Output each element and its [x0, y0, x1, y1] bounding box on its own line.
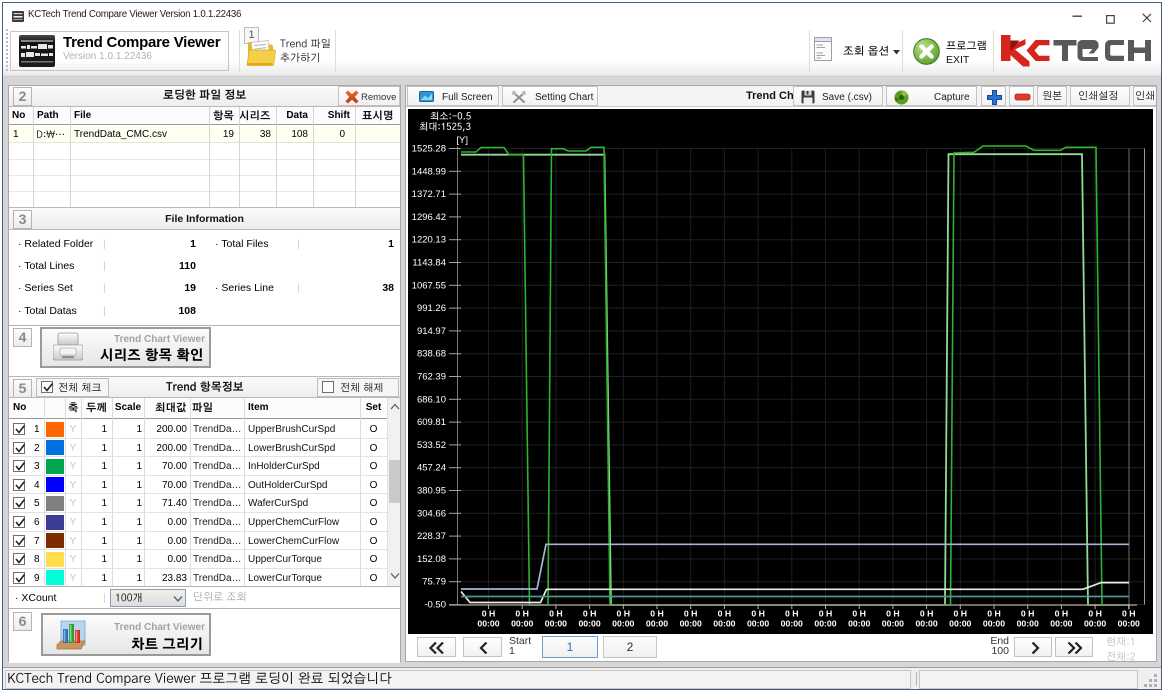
svg-text:00:00: 00:00 — [713, 619, 735, 629]
svg-text:0 H: 0 H — [819, 609, 833, 619]
svg-text:1220.13: 1220.13 — [412, 235, 446, 246]
svg-text:00:00: 00:00 — [646, 619, 668, 629]
svg-text:00:00: 00:00 — [915, 619, 937, 629]
svg-text:1067.55: 1067.55 — [412, 280, 446, 291]
svg-text:1525.28: 1525.28 — [412, 144, 446, 155]
svg-text:0 H: 0 H — [482, 609, 496, 619]
svg-text:0 H: 0 H — [886, 609, 900, 619]
svg-text:0 H: 0 H — [583, 609, 597, 619]
svg-text:00:00: 00:00 — [680, 619, 702, 629]
svg-text:0 H: 0 H — [684, 609, 698, 619]
svg-text:1143.84: 1143.84 — [412, 258, 446, 269]
svg-text:00:00: 00:00 — [1050, 619, 1072, 629]
svg-text:0 H: 0 H — [1021, 609, 1035, 619]
svg-text:75.79: 75.79 — [422, 577, 446, 588]
svg-text:991.26: 991.26 — [417, 303, 446, 314]
svg-text:762.39: 762.39 — [417, 372, 446, 383]
svg-text:0 H: 0 H — [987, 609, 1001, 619]
svg-text:914.97: 914.97 — [417, 326, 446, 337]
svg-text:0 H: 0 H — [617, 609, 631, 619]
svg-text:00:00: 00:00 — [949, 619, 971, 629]
svg-text:686.10: 686.10 — [417, 394, 446, 405]
svg-text:00:00: 00:00 — [747, 619, 769, 629]
svg-text:00:00: 00:00 — [983, 619, 1005, 629]
svg-text:00:00: 00:00 — [814, 619, 836, 629]
svg-text:0 H: 0 H — [852, 609, 866, 619]
svg-text:152.08: 152.08 — [417, 554, 446, 565]
svg-text:00:00: 00:00 — [882, 619, 904, 629]
svg-text:-0.50: -0.50 — [424, 600, 446, 611]
svg-text:00:00: 00:00 — [848, 619, 870, 629]
svg-text:0 H: 0 H — [920, 609, 934, 619]
svg-text:00:00: 00:00 — [781, 619, 803, 629]
svg-text:00:00: 00:00 — [545, 619, 567, 629]
svg-text:00:00: 00:00 — [1084, 619, 1106, 629]
svg-text:609.81: 609.81 — [417, 417, 446, 428]
svg-text:00:00: 00:00 — [1017, 619, 1039, 629]
svg-text:380.95: 380.95 — [417, 486, 446, 497]
svg-text:[Y]: [Y] — [456, 135, 468, 146]
svg-text:00:00: 00:00 — [477, 619, 499, 629]
svg-text:1372.71: 1372.71 — [412, 189, 446, 200]
svg-text:00:00: 00:00 — [612, 619, 634, 629]
svg-text:0 H: 0 H — [751, 609, 765, 619]
svg-text:228.37: 228.37 — [417, 531, 446, 542]
svg-text:0 H: 0 H — [515, 609, 529, 619]
svg-text:1296.42: 1296.42 — [412, 212, 446, 223]
svg-text:0 H: 0 H — [785, 609, 799, 619]
svg-text:838.68: 838.68 — [417, 349, 446, 360]
svg-text:0 H: 0 H — [1088, 609, 1102, 619]
svg-text:533.52: 533.52 — [417, 440, 446, 451]
svg-text:0 H: 0 H — [954, 609, 968, 619]
svg-text:0 H: 0 H — [1122, 609, 1136, 619]
svg-text:0 H: 0 H — [549, 609, 563, 619]
svg-text:00:00: 00:00 — [578, 619, 600, 629]
svg-text:00:00: 00:00 — [1118, 619, 1140, 629]
svg-text:457.24: 457.24 — [417, 463, 446, 474]
svg-text:304.66: 304.66 — [417, 508, 446, 519]
svg-text:0 H: 0 H — [1055, 609, 1069, 619]
svg-text:0 H: 0 H — [718, 609, 732, 619]
svg-text:1448.99: 1448.99 — [412, 166, 446, 177]
svg-text:0 H: 0 H — [650, 609, 664, 619]
svg-text:00:00: 00:00 — [511, 619, 533, 629]
